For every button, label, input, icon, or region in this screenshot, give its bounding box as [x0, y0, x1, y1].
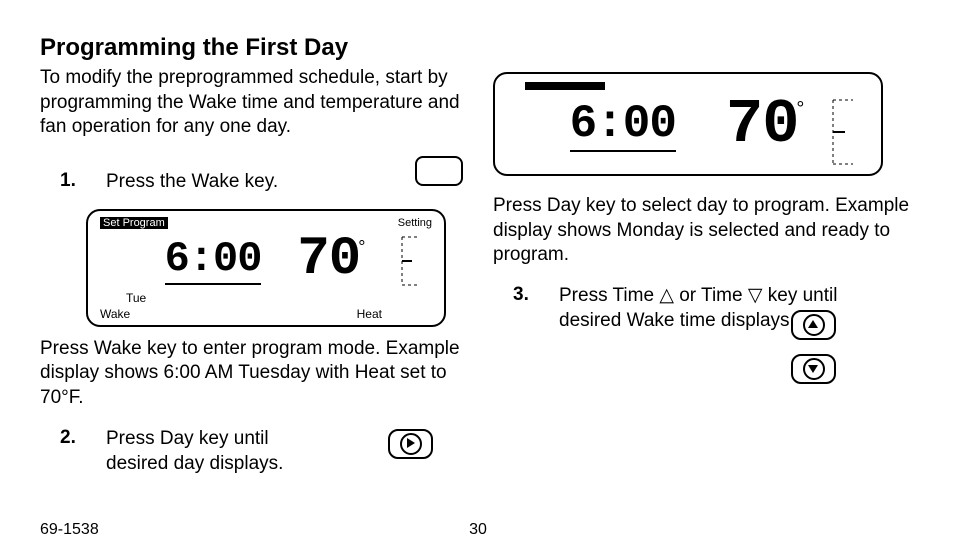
page-footer: 69-1538 30: [40, 521, 916, 539]
lcd-top-bar: [525, 82, 605, 90]
gauge-icon: [831, 92, 857, 172]
lcd-mid-row: 6:00 70°: [505, 92, 871, 166]
step-number: 2.: [40, 427, 106, 449]
page-number: 30: [469, 521, 487, 539]
lcd-time: 6:00: [570, 98, 676, 152]
step-number: 1.: [40, 170, 106, 195]
down-circle-icon: [803, 358, 825, 380]
time-up-key-icon: [791, 310, 836, 340]
page-heading: Programming the First Day: [40, 34, 463, 62]
lcd-temp-wrap: 70°: [297, 233, 367, 287]
lcd-time: 6:00: [165, 235, 262, 285]
time-down-key-icon: [791, 354, 836, 384]
step-text: Press Time △ or Time ▽ key until desired…: [559, 284, 889, 333]
wake-key-icon: [415, 156, 463, 186]
step-text: Press Day key until desired day displays…: [106, 427, 336, 476]
triangle-down-icon: ▽: [748, 285, 763, 306]
lcd-display-1: Set Program Setting 6:00 70° Tue Wake He…: [86, 209, 446, 327]
lcd-bottom-row: Wake Heat: [96, 305, 436, 321]
step-2: 2. Press Day key until desired day displ…: [40, 427, 463, 476]
time-keys: [791, 310, 836, 384]
step-text-b: or Time: [674, 285, 748, 306]
day-key-icon: [388, 429, 433, 459]
set-program-chip: Set Program: [100, 217, 168, 229]
wake-label: Wake: [100, 307, 130, 321]
doc-number: 69-1538: [40, 521, 99, 539]
up-circle-icon: [803, 314, 825, 336]
right-column: 6:00 70° Press Day key to select day to …: [493, 34, 916, 537]
step-text-a: Press Time: [559, 285, 659, 306]
lcd-temp: 70: [726, 94, 798, 156]
degree-icon: °: [358, 237, 365, 257]
play-circle-icon: [400, 433, 422, 455]
setting-label: Setting: [398, 217, 432, 229]
triangle-up-icon: △: [659, 285, 674, 306]
step-number: 3.: [493, 284, 559, 333]
left-column: Programming the First Day To modify the …: [40, 34, 463, 537]
step-3: 3. Press Time △ or Time ▽ key until desi…: [493, 284, 916, 333]
intro-text: To modify the preprogrammed schedule, st…: [40, 66, 463, 140]
gauge-icon: [400, 231, 422, 291]
heat-label: Heat: [357, 307, 382, 321]
step-1: 1. Press the Wake key.: [40, 170, 405, 195]
step-1-row: 1. Press the Wake key.: [40, 156, 463, 201]
lcd-day: Tue: [96, 289, 436, 305]
lcd-display-2: 6:00 70°: [493, 72, 883, 176]
step-text: Press the Wake key.: [106, 170, 405, 195]
caption-2: Press Day key to select day to program. …: [493, 194, 916, 268]
lcd-temp-wrap: 70°: [726, 94, 806, 156]
manual-page: Programming the First Day To modify the …: [0, 0, 954, 557]
caption-1: Press Wake key to enter program mode. Ex…: [40, 337, 463, 411]
lcd-temp: 70: [297, 233, 360, 287]
degree-icon: °: [796, 98, 804, 120]
lcd-top-row: Set Program Setting: [96, 217, 436, 231]
lcd-mid-row: 6:00 70°: [96, 231, 436, 289]
